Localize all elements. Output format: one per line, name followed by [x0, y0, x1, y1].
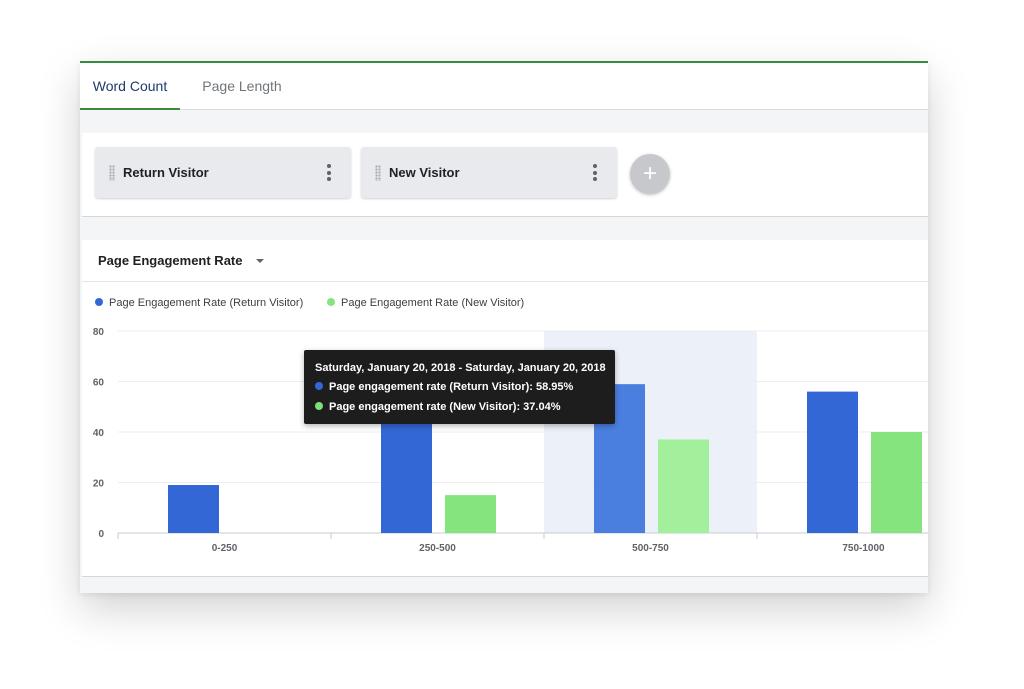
- y-tick-label: 20: [93, 479, 105, 490]
- tooltip-row-new: Page engagement rate (New Visitor): 37.0…: [315, 401, 561, 413]
- y-tick-label: 80: [93, 327, 105, 338]
- bar-return-visitor: [807, 391, 858, 533]
- dropdown-caret-icon[interactable]: [256, 259, 264, 263]
- drag-handle-icon[interactable]: [375, 165, 381, 181]
- segment-label: Return Visitor: [123, 165, 209, 180]
- tab-word-count[interactable]: Word Count: [80, 63, 180, 110]
- tooltip-title: Saturday, January 20, 2018 - Saturday, J…: [315, 362, 606, 374]
- chart-tooltip: Saturday, January 20, 2018 - Saturday, J…: [304, 350, 615, 424]
- report-card: Word Count Page Length Return Visitor Ne…: [80, 61, 928, 593]
- bar-return-visitor: [168, 485, 219, 533]
- tab-word-count-label: Word Count: [92, 78, 168, 94]
- y-tick-label: 40: [93, 428, 105, 439]
- tooltip-row-return: Page engagement rate (Return Visitor): 5…: [315, 381, 573, 393]
- legend-item-return-visitor[interactable]: Page Engagement Rate (Return Visitor): [95, 296, 303, 310]
- tooltip-dot-new-icon: [315, 402, 323, 411]
- x-tick-label: 750-1000: [842, 543, 885, 554]
- x-tick-label: 0-250: [212, 543, 238, 554]
- x-tick-label: 250-500: [419, 543, 456, 554]
- bar-new-visitor: [445, 495, 496, 533]
- more-vert-icon[interactable]: [593, 164, 597, 181]
- legend-label: Page Engagement Rate (Return Visitor): [109, 297, 304, 309]
- bar-new-visitor: [871, 432, 922, 533]
- bar-new-visitor: [658, 439, 709, 533]
- tooltip-row-label: Page engagement rate (New Visitor): 37.0…: [329, 401, 561, 413]
- legend-item-new-visitor[interactable]: Page Engagement Rate (New Visitor): [327, 296, 524, 310]
- segment-panel: Return Visitor New Visitor +: [82, 133, 928, 217]
- tab-page-length[interactable]: Page Length: [192, 63, 292, 109]
- segment-chip-new-visitor[interactable]: New Visitor: [361, 147, 617, 198]
- legend-dot-new-icon: [327, 298, 335, 307]
- metric-header: Page Engagement Rate: [82, 240, 928, 282]
- metric-dropdown[interactable]: Page Engagement Rate: [98, 240, 243, 281]
- legend-label: Page Engagement Rate (New Visitor): [341, 297, 525, 309]
- chart-panel: Page Engagement Rate Page Engagement Rat…: [82, 240, 928, 577]
- drag-handle-icon[interactable]: [109, 165, 115, 181]
- segment-chip-return-visitor[interactable]: Return Visitor: [95, 147, 351, 198]
- more-vert-icon[interactable]: [327, 164, 331, 181]
- add-segment-button[interactable]: +: [630, 154, 670, 194]
- y-tick-label: 60: [93, 378, 105, 389]
- tooltip-row-label: Page engagement rate (Return Visitor): 5…: [329, 381, 574, 393]
- tab-bar: Word Count Page Length: [80, 63, 928, 110]
- tooltip-dot-return-icon: [315, 382, 323, 391]
- plus-icon: +: [642, 160, 657, 187]
- metric-label: Page Engagement Rate: [98, 253, 243, 268]
- legend-dot-return-icon: [95, 298, 103, 307]
- x-tick-label: 500-750: [632, 543, 669, 554]
- y-tick-label: 0: [98, 529, 104, 540]
- tab-page-length-label: Page Length: [202, 78, 282, 94]
- segment-label: New Visitor: [389, 165, 460, 180]
